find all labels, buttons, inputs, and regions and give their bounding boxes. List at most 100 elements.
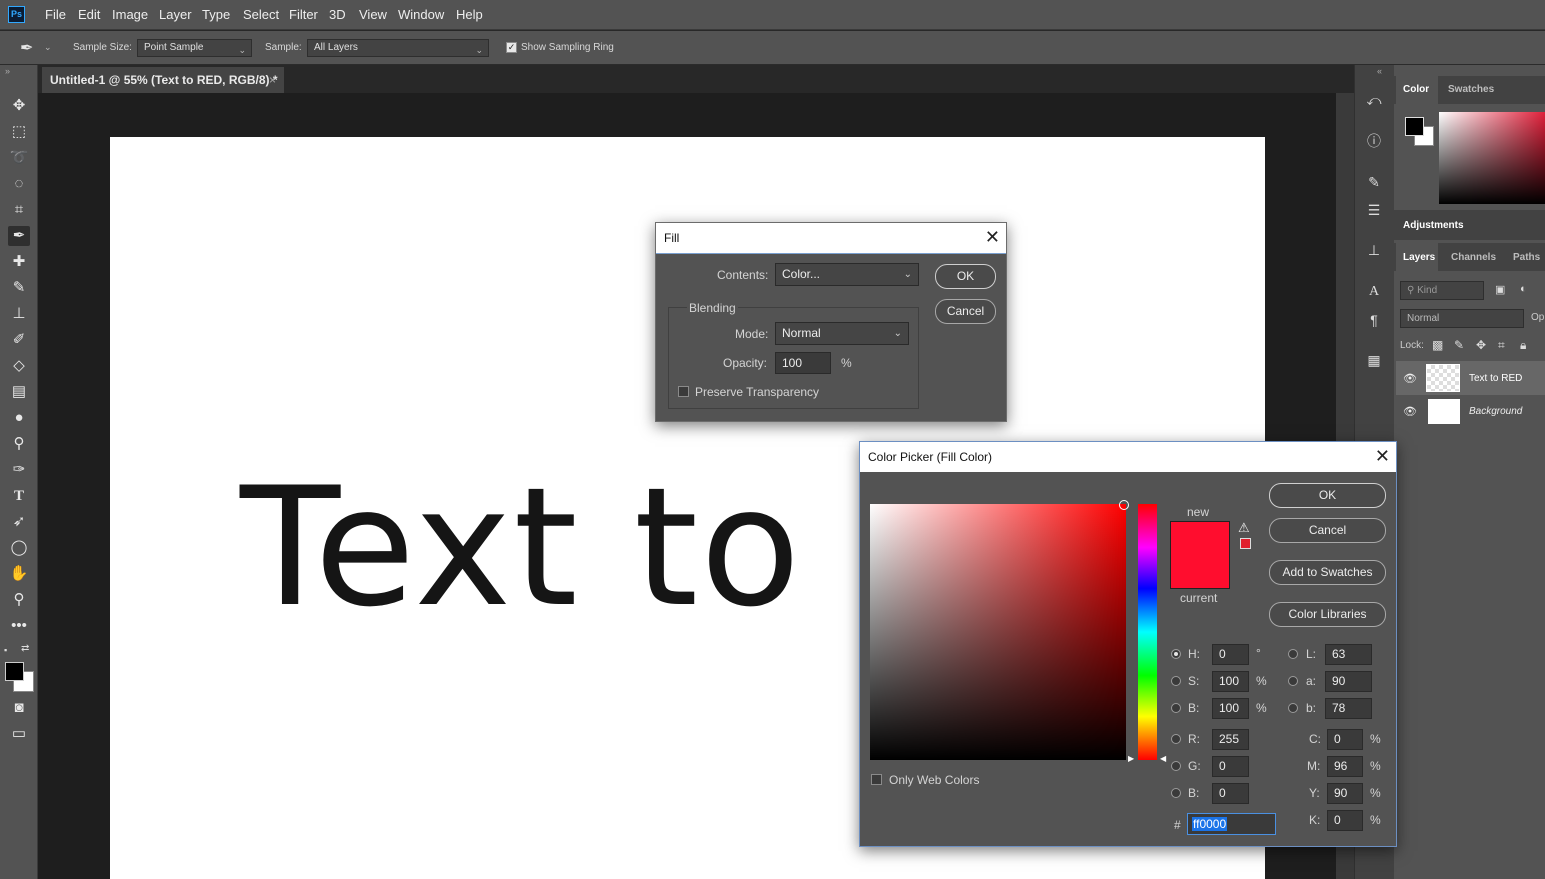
move-icon[interactable]: ✥ [8,96,30,116]
hex-input[interactable]: ff0000 [1187,813,1276,835]
image-filter-icon[interactable]: ▣ [1495,283,1505,296]
gradient-icon[interactable]: ▤ [8,382,30,402]
menu-image[interactable]: Image [112,7,148,22]
contents-select[interactable]: Color... ⌄ [775,263,919,286]
tab-adjustments[interactable]: Adjustments [1403,220,1464,231]
document-tab[interactable]: Untitled-1 @ 55% (Text to RED, RGB/8) * … [42,67,284,93]
saturation-input[interactable]: 100 [1212,671,1249,692]
dodge-icon[interactable]: ⚲ [8,434,30,454]
eyedropper-preset-icon[interactable]: ✒ [20,38,33,58]
b-channel-input[interactable]: 78 [1325,698,1372,719]
healing-icon[interactable]: ✚ [8,252,30,272]
layer-name[interactable]: Background [1469,406,1522,417]
hue-slider-left-arrow[interactable]: ▶ [1128,754,1134,763]
lightness-input[interactable]: 63 [1325,644,1372,665]
color-libraries-button[interactable]: Color Libraries [1269,602,1386,627]
menu-view[interactable]: View [359,7,387,22]
a-channel-radio[interactable] [1288,676,1298,686]
tab-color[interactable]: Color [1403,84,1429,95]
hand-icon[interactable]: ✋ [8,564,30,584]
marquee-icon[interactable]: ⬚ [8,122,30,142]
collapse-icon[interactable]: « [1377,66,1382,76]
sample-size-select[interactable]: Point Sample ⌄ [137,39,252,57]
color-field[interactable] [870,504,1126,760]
screen-mode-icon[interactable]: ▭ [8,724,30,744]
red-input[interactable]: 255 [1212,729,1249,750]
eye-icon[interactable]: 👁︎ [1403,405,1417,418]
lock-position-icon[interactable]: ✥ [1476,338,1486,352]
blue-input[interactable]: 0 [1212,783,1249,804]
info-icon[interactable]: ⓘ [1364,131,1384,151]
character-icon[interactable]: A [1364,282,1384,302]
default-colors-icon[interactable]: ▪ [4,645,7,655]
menu-filter[interactable]: Filter [289,7,318,22]
cyan-input[interactable]: 0 [1327,729,1363,750]
tab-layers[interactable]: Layers [1403,252,1435,263]
gamut-warning-swatch[interactable] [1240,538,1251,549]
a-channel-input[interactable]: 90 [1325,671,1372,692]
hue-slider-right-arrow[interactable]: ◀ [1160,754,1166,763]
type-icon[interactable]: T [8,486,30,506]
pen-icon[interactable]: ✑ [8,460,30,480]
blend-mode-select[interactable]: Normal [1400,309,1524,328]
history-brush-icon[interactable]: ✐ [8,330,30,350]
show-ring-checkbox[interactable]: ✓ [506,42,517,53]
blue-radio[interactable] [1171,788,1181,798]
fill-cancel-button[interactable]: Cancel [935,299,996,324]
more-icon[interactable]: ••• [8,616,30,636]
close-icon[interactable]: ✕ [985,223,1000,251]
b-channel-radio[interactable] [1288,703,1298,713]
lock-transparent-icon[interactable]: ▩ [1432,338,1443,352]
green-radio[interactable] [1171,761,1181,771]
eraser-icon[interactable]: ◇ [8,356,30,376]
menu-edit[interactable]: Edit [78,7,100,22]
opacity-input[interactable]: 100 [775,352,831,374]
fill-ok-button[interactable]: OK [935,264,996,289]
brightness-input[interactable]: 100 [1212,698,1249,719]
green-input[interactable]: 0 [1212,756,1249,777]
picker-ok-button[interactable]: OK [1269,483,1386,508]
color-field-marker[interactable] [1119,500,1129,510]
mode-select[interactable]: Normal ⌄ [775,322,909,345]
lock-pixels-icon[interactable]: ✎ [1454,338,1464,352]
stamp-icon[interactable]: ⊥ [8,304,30,324]
path-select-icon[interactable]: ➶ [8,512,30,532]
layer-kind-filter[interactable]: ⚲ Kind [1400,281,1484,300]
lock-all-icon[interactable]: 🔒︎ [1520,338,1526,353]
quick-mask-icon[interactable]: ◙ [8,698,30,718]
brightness-radio[interactable] [1171,703,1181,713]
yellow-input[interactable]: 90 [1327,783,1363,804]
tab-channels[interactable]: Channels [1451,252,1496,263]
zoom-icon[interactable]: ⚲ [8,590,30,610]
tab-paths[interactable]: Paths [1513,252,1540,263]
history-icon[interactable]: ⤺ [1364,90,1384,110]
black-input[interactable]: 0 [1327,810,1363,831]
brush-icon[interactable]: ✎ [8,278,30,298]
adjustment-filter-icon[interactable]: ◐ [1520,283,1527,295]
warning-icon[interactable]: ⚠ [1238,520,1250,536]
only-web-colors-checkbox[interactable] [871,774,882,785]
picker-cancel-button[interactable]: Cancel [1269,518,1386,543]
preserve-transparency-checkbox[interactable] [678,386,689,397]
panel-fg-swatch[interactable] [1405,117,1424,136]
sample-select[interactable]: All Layers ⌄ [307,39,489,57]
menu-select[interactable]: Select [243,7,279,22]
panel-color-spectrum[interactable] [1439,112,1545,204]
red-radio[interactable] [1171,734,1181,744]
hue-radio[interactable] [1171,649,1181,659]
saturation-radio[interactable] [1171,676,1181,686]
lasso-icon[interactable]: ➰ [8,148,30,168]
collapse-icon[interactable]: » [5,66,10,76]
swap-colors-icon[interactable]: ⇄ [21,643,29,654]
quick-select-icon[interactable]: ◌ [8,174,30,194]
properties-icon[interactable]: ☰ [1364,200,1384,220]
menu-type[interactable]: Type [202,7,230,22]
menu-layer[interactable]: Layer [159,7,192,22]
chevron-down-icon[interactable]: ⌄ [44,42,52,53]
eyedropper-icon[interactable]: ✒ [8,226,30,246]
libraries-icon[interactable]: ▦ [1364,350,1384,370]
brush-settings-icon[interactable]: ✎ [1364,172,1384,192]
menu-window[interactable]: Window [398,7,444,22]
hue-input[interactable]: 0 [1212,644,1249,665]
lock-artboard-icon[interactable]: ⌗ [1498,338,1505,353]
